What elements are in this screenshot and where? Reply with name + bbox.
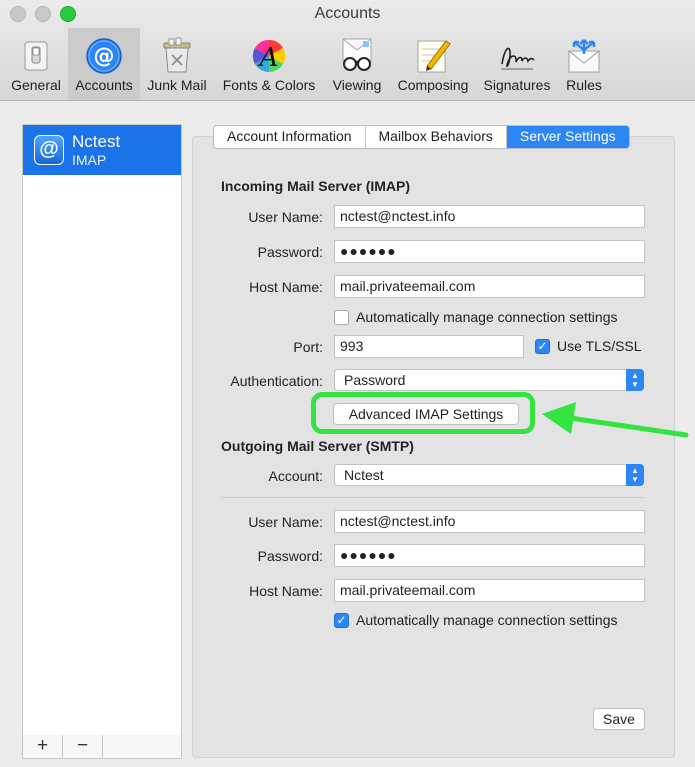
- incoming-auto-manage-checkbox[interactable]: [334, 310, 349, 325]
- outgoing-password-field[interactable]: ●●●●●●: [334, 544, 645, 567]
- tls-label: Use TLS/SSL: [557, 338, 642, 354]
- account-type: IMAP: [72, 152, 107, 168]
- toolbar-label: Signatures: [483, 77, 551, 93]
- at-sign-icon: @: [34, 135, 64, 165]
- incoming-section-title: Incoming Mail Server (IMAP): [221, 178, 411, 194]
- toolbar-label: Viewing: [332, 77, 382, 93]
- tab-server-settings[interactable]: Server Settings: [506, 126, 629, 148]
- section-divider: [221, 497, 644, 498]
- outgoing-username-field[interactable]: nctest@nctest.info: [334, 510, 645, 533]
- tab-account-information[interactable]: Account Information: [214, 126, 366, 148]
- at-sign-icon: @: [84, 36, 124, 76]
- toolbar-label: Accounts: [75, 77, 133, 93]
- svg-text:@: @: [94, 44, 115, 68]
- glasses-icon: [337, 36, 377, 76]
- add-account-button[interactable]: +: [23, 735, 63, 758]
- incoming-auto-manage-label: Automatically manage connection settings: [356, 309, 618, 325]
- popup-arrows-icon: ▲ ▼: [626, 369, 644, 391]
- incoming-hostname-label: Host Name:: [249, 279, 323, 295]
- toolbar-item-fonts-colors[interactable]: A Fonts & Colors: [214, 28, 324, 100]
- accounts-list[interactable]: @ Nctest IMAP: [22, 124, 182, 737]
- incoming-password-label: Password:: [257, 244, 323, 260]
- authentication-value: Password: [344, 372, 406, 388]
- toolbar-label: Composing: [397, 77, 469, 93]
- toolbar-label: Fonts & Colors: [222, 77, 316, 93]
- authentication-popup[interactable]: Password ▲ ▼: [334, 369, 644, 391]
- toolbar-item-viewing[interactable]: Viewing: [324, 28, 390, 100]
- accounts-list-controls: + −: [22, 735, 182, 759]
- toolbar-label: Junk Mail: [147, 77, 207, 93]
- toolbar-item-signatures[interactable]: Signatures: [476, 28, 558, 100]
- color-wheel-font-icon: A: [249, 36, 289, 76]
- account-row-nctest[interactable]: @ Nctest IMAP: [23, 125, 181, 175]
- advanced-imap-settings-button[interactable]: Advanced IMAP Settings: [333, 403, 519, 425]
- outgoing-auto-manage-checkbox[interactable]: ✓: [334, 613, 349, 628]
- outgoing-username-label: User Name:: [248, 514, 323, 530]
- window-title: Accounts: [314, 5, 381, 22]
- window-toolbar: Accounts General @ Accounts Junk Mail A …: [0, 0, 695, 101]
- toolbar-item-junk-mail[interactable]: Junk Mail: [140, 28, 214, 100]
- incoming-username-field[interactable]: nctest@nctest.info: [334, 205, 645, 228]
- toolbar-label: Rules: [566, 77, 602, 93]
- outgoing-account-popup[interactable]: Nctest ▲ ▼: [334, 464, 644, 486]
- toolbar-item-rules[interactable]: Rules: [558, 28, 610, 100]
- popup-arrows-icon: ▲ ▼: [626, 464, 644, 486]
- settings-tabs: Account Information Mailbox Behaviors Se…: [213, 125, 630, 149]
- svg-text:A: A: [258, 43, 279, 73]
- toolbar-label: General: [11, 77, 61, 93]
- outgoing-password-label: Password:: [257, 548, 323, 564]
- port-label: Port:: [293, 339, 323, 355]
- outgoing-hostname-label: Host Name:: [249, 583, 323, 599]
- outgoing-section-title: Outgoing Mail Server (SMTP): [221, 438, 414, 454]
- trash-icon: [157, 36, 197, 76]
- tab-mailbox-behaviors[interactable]: Mailbox Behaviors: [366, 126, 507, 148]
- tls-checkbox[interactable]: ✓: [535, 339, 550, 354]
- toolbar-item-general[interactable]: General: [4, 28, 68, 100]
- pencil-paper-icon: [413, 36, 453, 76]
- outgoing-account-label: Account:: [268, 468, 323, 484]
- outgoing-hostname-field[interactable]: mail.privateemail.com: [334, 579, 645, 602]
- outgoing-auto-manage-label: Automatically manage connection settings: [356, 612, 618, 628]
- toolbar-item-composing[interactable]: Composing: [390, 28, 476, 100]
- port-field[interactable]: 993: [334, 335, 524, 358]
- toolbar-item-accounts[interactable]: @ Accounts: [68, 28, 140, 100]
- save-button[interactable]: Save: [593, 708, 645, 730]
- annotation-arrow-icon: [542, 402, 689, 438]
- remove-account-button[interactable]: −: [63, 735, 103, 758]
- outgoing-account-value: Nctest: [344, 467, 384, 483]
- incoming-hostname-field[interactable]: mail.privateemail.com: [334, 275, 645, 298]
- signature-icon: [497, 36, 537, 76]
- switch-icon: [16, 36, 56, 76]
- account-name: Nctest: [72, 132, 121, 151]
- authentication-label: Authentication:: [230, 373, 323, 389]
- incoming-username-label: User Name:: [248, 209, 323, 225]
- envelope-arrows-icon: [564, 36, 604, 76]
- incoming-password-field[interactable]: ●●●●●●: [334, 240, 645, 263]
